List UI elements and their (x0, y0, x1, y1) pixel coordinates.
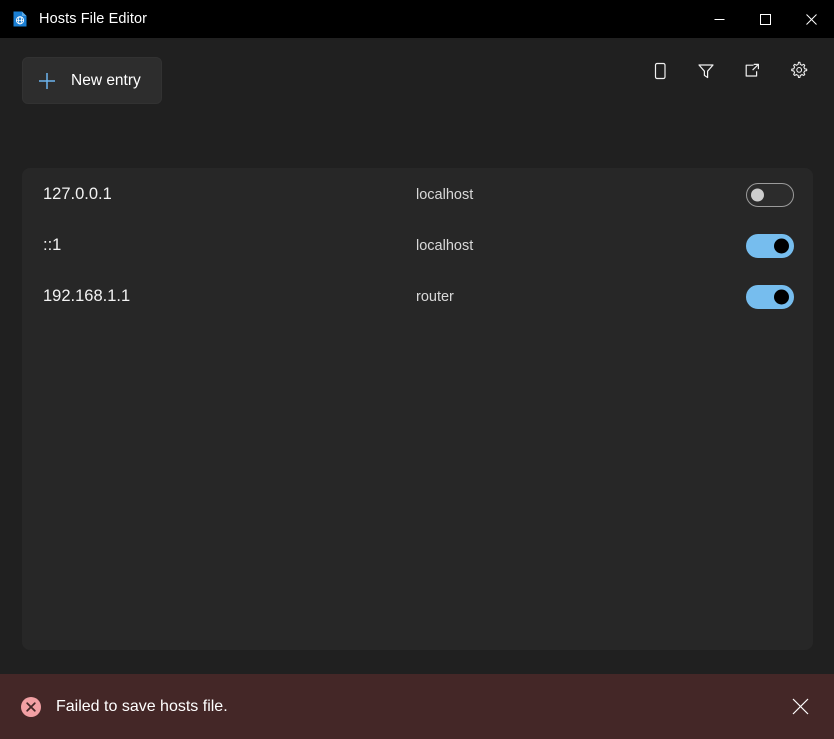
plus-icon (37, 71, 57, 91)
entry-ip: 192.168.1.1 (43, 287, 130, 306)
gear-icon-button[interactable] (782, 57, 814, 89)
filter-icon-button[interactable] (690, 57, 722, 89)
entry-hostname: router (416, 289, 454, 305)
app-title: Hosts File Editor (39, 11, 147, 27)
new-entry-label: New entry (71, 72, 141, 90)
open-external-icon-button[interactable] (736, 57, 768, 89)
entry-hostname: localhost (416, 187, 473, 203)
table-row[interactable]: 127.0.0.1 localhost (22, 169, 813, 220)
error-notification-bar: Failed to save hosts file. (0, 674, 834, 739)
toggle-knob (774, 238, 789, 253)
hosts-file-globe-icon (12, 11, 28, 27)
error-message: Failed to save hosts file. (56, 698, 228, 716)
entry-ip: 127.0.0.1 (43, 185, 112, 204)
document-view-icon (651, 62, 669, 85)
toolbar-actions (644, 57, 814, 89)
entry-ip: ::1 (43, 236, 61, 255)
window-controls (696, 0, 834, 38)
gear-icon (789, 61, 808, 85)
document-view-icon-button[interactable] (644, 57, 676, 89)
toggle-knob (751, 188, 764, 201)
minimize-button[interactable] (696, 0, 742, 38)
table-row[interactable]: 192.168.1.1 router (22, 271, 813, 322)
maximize-button[interactable] (742, 0, 788, 38)
table-row[interactable]: ::1 localhost (22, 220, 813, 271)
entry-hostname: localhost (416, 238, 473, 254)
error-close-button[interactable] (782, 689, 818, 725)
new-entry-button[interactable]: New entry (22, 57, 162, 104)
entries-list-panel: 127.0.0.1 localhost ::1 localhost 192.16… (22, 168, 813, 650)
close-button[interactable] (788, 0, 834, 38)
entry-enabled-toggle[interactable] (746, 234, 794, 258)
error-circle-x-icon (20, 696, 42, 718)
filter-icon (697, 62, 715, 85)
entry-enabled-toggle[interactable] (746, 183, 794, 207)
title-bar: Hosts File Editor (0, 0, 834, 38)
entry-enabled-toggle[interactable] (746, 285, 794, 309)
open-external-icon (743, 62, 761, 85)
toggle-knob (774, 289, 789, 304)
